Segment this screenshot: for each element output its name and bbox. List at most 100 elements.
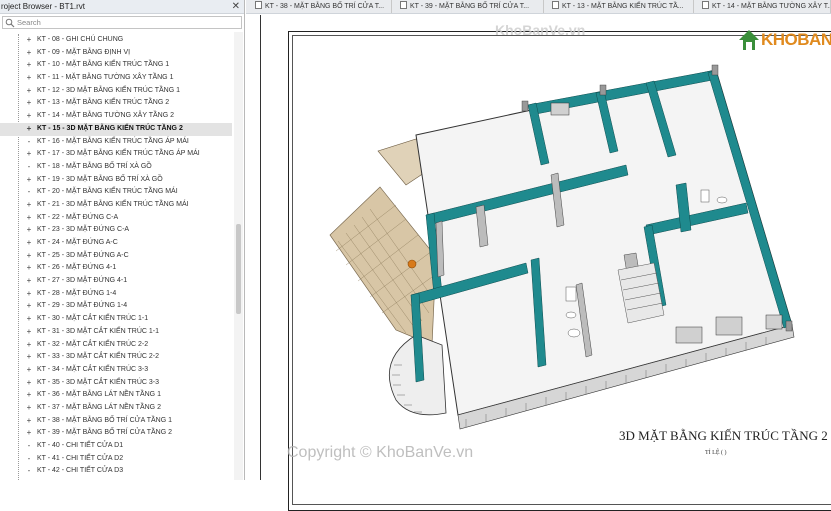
expand-plus-icon[interactable]: + (24, 97, 34, 110)
sheet-tree-item[interactable]: + KT - 09 - MẶT BẰNG ĐỊNH VỊ (0, 47, 232, 60)
view-tab[interactable]: KT - 39 - MẶT BẰNG BỐ TRÍ CỬA T... (397, 0, 544, 13)
view-tab[interactable]: KT - 38 - MẶT BẰNG BỐ TRÍ CỬA T... (252, 0, 392, 13)
sheet-tree-item-label: KT - 31 - 3D MẶT CẮT KIẾN TRÚC 1-1 (37, 327, 160, 335)
sheet-tree-item[interactable]: - KT - 20 - MẶT BẰNG KIẾN TRÚC TẦNG MÁI (0, 186, 232, 199)
expand-plus-icon[interactable]: + (24, 427, 34, 440)
sheet-tree-item-label: KT - 14 - MẶT BẰNG TƯỜNG XÂY TẦNG 2 (37, 112, 174, 120)
sheet-tree-item-label: KT - 40 - CHI TIẾT CỬA D1 (37, 442, 124, 449)
expand-plus-icon[interactable]: + (24, 59, 34, 72)
sheet-tree-item[interactable]: + KT - 17 - 3D MẶT BẰNG KIẾN TRÚC TẦNG ÁP… (0, 148, 232, 161)
view-tab-bar: KT - 38 - MẶT BẰNG BỐ TRÍ CỬA T... KT - 3… (246, 0, 831, 14)
sheet-tree-item[interactable]: + KT - 37 - MẶT BẰNG LÁT NỀN TẦNG 2 (0, 402, 232, 415)
sheet-tree-item[interactable]: + KT - 26 - MẶT ĐỨNG 4-1 (0, 262, 232, 275)
sheet-tree-item[interactable]: + KT - 32 - MẶT CẮT KIẾN TRÚC 2-2 (0, 339, 232, 352)
sheet-tree-item[interactable]: + KT - 14 - MẶT BẰNG TƯỜNG XÂY TẦNG 2 (0, 110, 232, 123)
expand-plus-icon[interactable]: + (24, 250, 34, 263)
sheet-tree-item[interactable]: + KT - 35 - 3D MẶT CẮT KIẾN TRÚC 3-3 (0, 377, 232, 390)
sheet-tree-item[interactable]: + KT - 13 - MẶT BẰNG KIẾN TRÚC TẦNG 2 (0, 97, 232, 110)
expand-plus-icon[interactable]: + (24, 110, 34, 123)
sheet-tree-item[interactable]: + KT - 27 - 3D MẶT ĐỨNG 4-1 (0, 275, 232, 288)
sheet-tree-item[interactable]: - KT - 41 - CHI TIẾT CỬA D2 (0, 453, 232, 466)
sheet-tree-item-label: KT - 38 - MẶT BẰNG BỐ TRÍ CỬA TẦNG 1 (37, 416, 172, 424)
expand-plus-icon[interactable]: + (24, 123, 34, 136)
sheet-tree-item[interactable]: + KT - 25 - 3D MẶT ĐỨNG A-C (0, 250, 232, 263)
sheet-tree-item[interactable]: + KT - 34 - MẶT CẮT KIẾN TRÚC 3-3 (0, 364, 232, 377)
sheet-tree-item-label: KT - 33 - 3D MẶT CẮT KIẾN TRÚC 2-2 (37, 353, 160, 361)
sheet-tree-item[interactable]: + KT - 12 - 3D MẶT BẰNG KIẾN TRÚC TẦNG 1 (0, 85, 232, 98)
sheet-tree-item[interactable]: + KT - 29 - 3D MẶT ĐỨNG 1-4 (0, 300, 232, 313)
expand-plus-icon[interactable]: + (24, 34, 34, 47)
sheet-tree-item[interactable]: + KT - 23 - 3D MẶT ĐỨNG C-A (0, 224, 232, 237)
tree-leaf-dash-icon: - (27, 441, 31, 450)
project-browser-title: roject Browser - BT1.rvt (0, 0, 244, 14)
sheet-tree-item-label: KT - 11 - MẶT BẰNG TƯỜNG XÂY TẦNG 1 (37, 74, 174, 82)
tree-leaf-dash-icon: - (27, 187, 31, 197)
sheet-tree-item-label: KT - 42 - CHI TIẾT CỬA D3 (37, 467, 124, 475)
expand-plus-icon[interactable]: + (24, 85, 34, 98)
expand-plus-icon[interactable]: + (24, 47, 34, 60)
sheet-tree-item[interactable]: + KT - 10 - MẶT BẰNG KIẾN TRÚC TẦNG 1 (0, 59, 232, 72)
expand-plus-icon[interactable]: + (24, 199, 34, 212)
sheet-tree-item-label: KT - 16 - MẶT BẰNG KIẾN TRÚC TẦNG ÁP MÁI (37, 137, 189, 145)
sheet-tree-item-label: KT - 09 - MẶT BẰNG ĐỊNH VỊ (37, 48, 131, 56)
expand-plus-icon[interactable]: + (24, 224, 34, 237)
logo-text: KHOBANVE (761, 30, 831, 49)
sheet-tree-item[interactable]: + KT - 21 - 3D MẶT BẰNG KIẾN TRÚC TẦNG MÁ… (0, 199, 232, 212)
sheet-tree-item[interactable]: - KT - 42 - CHI TIẾT CỬA D3 (0, 465, 232, 478)
sheet-tree-item-label: KT - 27 - 3D MẶT ĐỨNG 4-1 (37, 277, 128, 285)
expand-plus-icon[interactable]: + (24, 262, 34, 275)
expand-plus-icon[interactable]: + (24, 212, 34, 225)
view-tab-label: KT - 14 - MẶT BẰNG TƯỜNG XÂY T... (712, 3, 831, 10)
tree-leaf-dash-icon: - (27, 453, 31, 463)
browser-scrollbar[interactable] (234, 32, 243, 480)
scrollbar-thumb[interactable] (236, 224, 241, 314)
sheet-tree-item[interactable]: + KT - 28 - MẶT ĐỨNG 1-4 (0, 288, 232, 301)
expand-plus-icon[interactable]: + (24, 72, 34, 85)
sheet-tree-item[interactable]: + KT - 31 - 3D MẶT CẮT KIẾN TRÚC 1-1 (0, 326, 232, 339)
expand-plus-icon[interactable]: + (24, 339, 34, 352)
view-tab[interactable]: KT - 13 - MẶT BẰNG KIẾN TRÚC TẦ... (549, 0, 694, 13)
expand-plus-icon[interactable]: + (24, 300, 34, 313)
sheet-tree-item[interactable]: + KT - 38 - MẶT BẰNG BỐ TRÍ CỬA TẦNG 1 (0, 415, 232, 428)
search-input[interactable]: Search (2, 16, 242, 29)
expand-plus-icon[interactable]: + (24, 313, 34, 326)
expand-plus-icon[interactable]: + (24, 174, 34, 187)
sheet-tree-item-label: KT - 20 - MẶT BẰNG KIẾN TRÚC TẦNG MÁI (37, 188, 178, 196)
sheet-tree-item-label: KT - 12 - 3D MẶT BẰNG KIẾN TRÚC TẦNG 1 (37, 86, 181, 94)
watermark-bottom: Copyright © KhoBanVe.vn (287, 444, 474, 461)
sheet-tree-item[interactable]: + KT - 33 - 3D MẶT CẮT KIẾN TRÚC 2-2 (0, 351, 232, 364)
expand-plus-icon[interactable]: + (24, 402, 34, 415)
sheet-icon (255, 1, 262, 9)
expand-plus-icon[interactable]: + (24, 364, 34, 377)
sheet-tree-item-label: KT - 32 - MẶT CẮT KIẾN TRÚC 2-2 (37, 340, 149, 348)
search-icon (5, 18, 15, 28)
expand-plus-icon[interactable]: + (24, 326, 34, 339)
expand-plus-icon[interactable]: + (24, 275, 34, 288)
expand-plus-icon[interactable]: + (24, 351, 34, 364)
close-icon[interactable]: ✕ (232, 1, 240, 12)
view-tab[interactable]: KT - 14 - MẶT BẰNG TƯỜNG XÂY T... (699, 0, 831, 13)
sheet-tree-item-label: KT - 15 - 3D MẶT BẰNG KIẾN TRÚC TẦNG 2 (37, 124, 183, 132)
sheet-tree-item[interactable]: + KT - 15 - 3D MẶT BẰNG KIẾN TRÚC TẦNG 2 (0, 122, 232, 136)
expand-plus-icon[interactable]: + (24, 389, 34, 402)
drawing-canvas[interactable]: 3D MẶT BẰNG KIẾN TRÚC TẦNG 2 TỈ LỆ ( ) (246, 15, 831, 511)
sheet-tree-item[interactable]: + KT - 39 - MẶT BẰNG BỐ TRÍ CỬA TẦNG 2 (0, 427, 232, 440)
expand-plus-icon[interactable]: + (24, 148, 34, 161)
sheet-tree-item[interactable]: + KT - 19 - 3D MẶT BẰNG BỐ TRÍ XÀ GỒ (0, 174, 232, 187)
view-tab-label: KT - 13 - MẶT BẰNG KIẾN TRÚC TẦ... (562, 3, 684, 10)
sheet-tree-item[interactable]: + KT - 24 - MẶT ĐỨNG A-C (0, 237, 232, 250)
sheet-tree-item[interactable]: - KT - 18 - MẶT BẰNG BỐ TRÍ XÀ GỒ (0, 161, 232, 174)
sheet-tree-item-label: KT - 10 - MẶT BẰNG KIẾN TRÚC TẦNG 1 (37, 61, 170, 69)
sheet-tree-item[interactable]: + KT - 08 - GHI CHÚ CHUNG (0, 34, 232, 47)
sheet-tree-item[interactable]: + KT - 30 - MẶT CẮT KIẾN TRÚC 1-1 (0, 313, 232, 326)
expand-plus-icon[interactable]: + (24, 415, 34, 428)
expand-plus-icon[interactable]: + (24, 237, 34, 250)
sheet-tree-item[interactable]: - KT - 40 - CHI TIẾT CỬA D1 (0, 440, 232, 453)
expand-plus-icon[interactable]: + (24, 377, 34, 390)
sheet-tree-item[interactable]: - KT - 16 - MẶT BẰNG KIẾN TRÚC TẦNG ÁP MÁ… (0, 136, 232, 149)
sheet-tree-item[interactable]: + KT - 11 - MẶT BẰNG TƯỜNG XÂY TẦNG 1 (0, 72, 232, 85)
expand-plus-icon[interactable]: + (24, 288, 34, 301)
sheet-tree-item-label: KT - 23 - 3D MẶT ĐỨNG C-A (37, 226, 130, 234)
sheet-tree-item[interactable]: + KT - 22 - MẶT ĐỨNG C-A (0, 212, 232, 225)
sheet-tree-item[interactable]: + KT - 36 - MẶT BẰNG LÁT NỀN TẦNG 1 (0, 389, 232, 402)
